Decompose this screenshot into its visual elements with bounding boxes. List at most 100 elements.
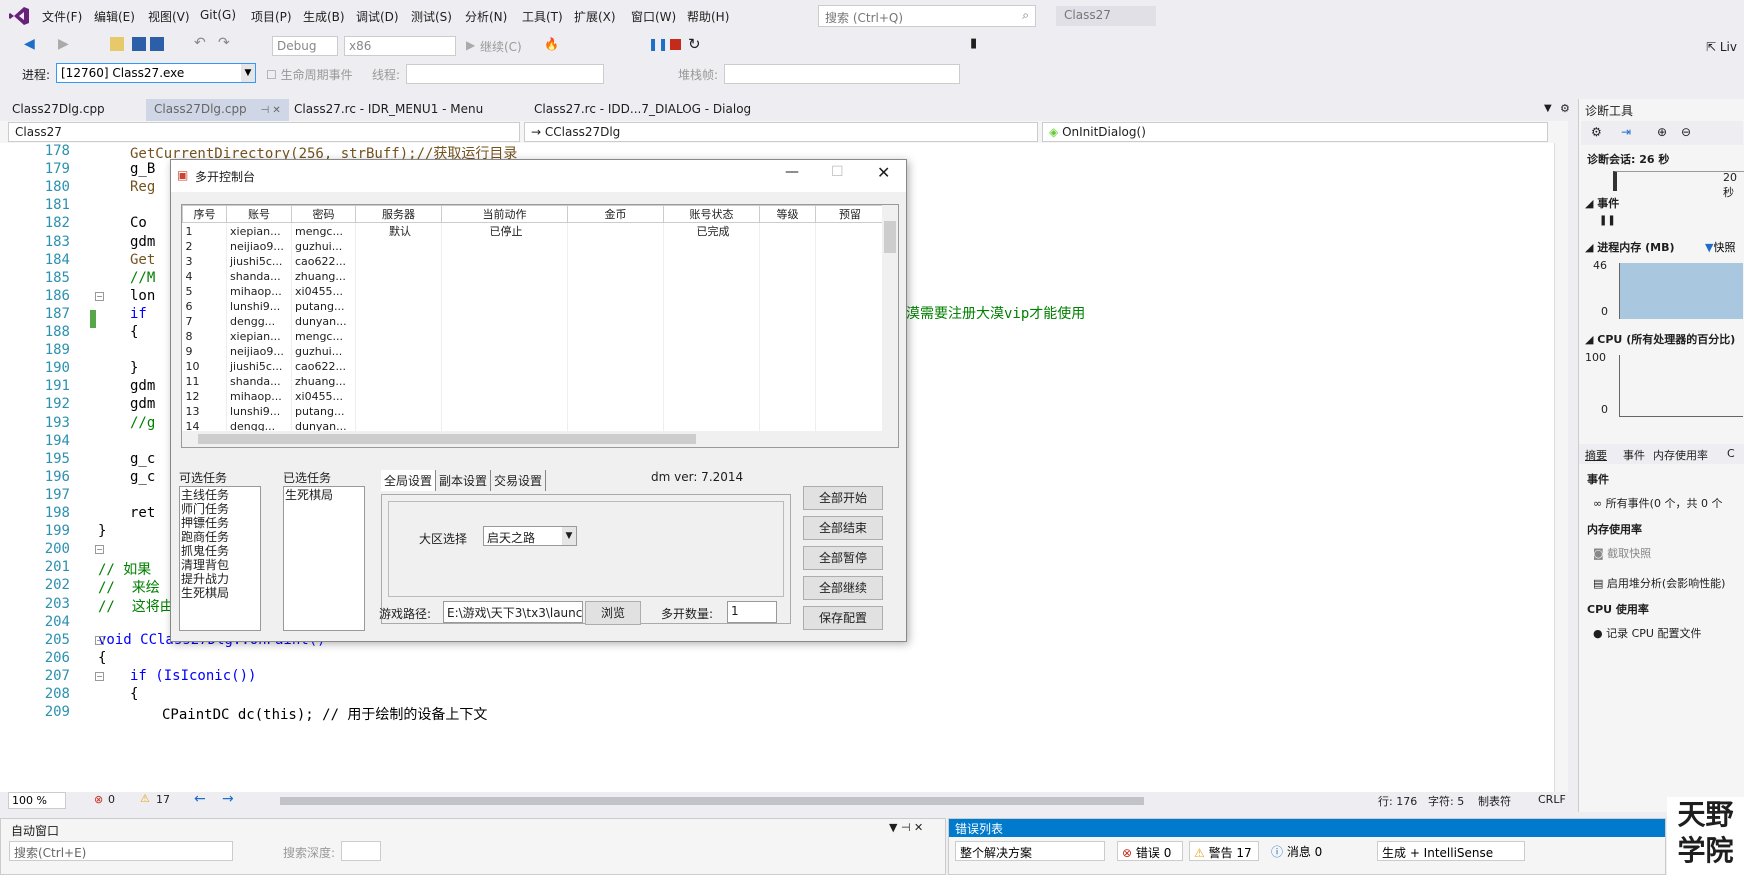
gear-icon[interactable]: ⚙ [1591,125,1602,139]
tab-memory[interactable]: 内存使用率 [1653,447,1708,463]
menu-item[interactable]: 窗口(W) [631,8,676,25]
selected-task-item[interactable]: 生死棋局 [285,488,363,502]
menu-item[interactable]: 编辑(E) [94,8,135,25]
prev-issue-icon[interactable]: ← [194,791,206,807]
build-filter-select[interactable]: 生成 + IntelliSense [1377,841,1525,861]
cpu-section[interactable]: ◢ CPU (所有处理器的百分比) [1585,331,1735,347]
table-row[interactable]: 10 jiushi5c... cao622... [182,359,885,374]
menu-item[interactable]: 工具(T) [522,8,563,25]
table-row[interactable]: 8 xiepian... mengc... [182,329,885,344]
code-line[interactable]: //M [130,270,155,286]
instance-count-input[interactable]: 1 [727,601,777,623]
code-line[interactable]: ret [130,505,155,521]
column-header[interactable]: 当前动作 [441,205,568,223]
code-line[interactable]: { [130,324,138,340]
stack-frame-select[interactable] [724,64,960,84]
zoom-select[interactable]: 100 % [8,792,66,809]
table-row[interactable]: 6 lunshi9... putang... [182,299,885,314]
minimize-icon[interactable]: — [785,164,799,180]
fold-toggle-icon[interactable]: − [95,635,104,645]
table-row[interactable]: 7 dengg... dunyan... [182,314,885,329]
error-count[interactable]: 0 [108,793,115,806]
scope-filter-select[interactable]: 整个解决方案 [955,841,1105,861]
code-line[interactable]: // 如果 [98,559,151,579]
scope-select[interactable]: Class27 [8,122,520,142]
listview-vscroll[interactable] [882,205,898,431]
menu-item[interactable]: 生成(B) [303,8,345,25]
menu-item[interactable]: 扩展(X) [574,8,616,25]
code-line[interactable]: gdm [130,396,155,412]
messages-filter-button[interactable]: ⓘ 消息 0 [1267,841,1335,861]
table-row[interactable]: 12 mihaop... xi0455... [182,389,885,404]
task-item[interactable]: 抓鬼任务 [181,544,259,558]
task-item[interactable]: 押镖任务 [181,516,259,530]
heap-profiling-button[interactable]: ▤ 启用堆分析(会影响性能) [1593,575,1725,591]
table-row[interactable]: 5 mihaop... xi0455... [182,284,885,299]
platform-select[interactable]: x86 [344,36,456,56]
column-header[interactable]: 预留 [815,205,885,223]
redo-icon[interactable]: ↷ [218,35,230,51]
zoom-out-icon[interactable]: ⊖ [1681,125,1691,139]
code-line[interactable]: { [98,650,106,666]
code-line[interactable]: } [130,360,138,376]
settings-tab[interactable]: 全局设置 [381,470,437,491]
available-tasks-list[interactable]: 主线任务 师门任务 押镖任务 跑商任务 抓鬼任务 清理背包 提升战力 生死棋局 [179,486,261,631]
account-listview[interactable]: 序号 账号 密码 服务器 当前动作 金币 账号状态 等级 预留 1 xiepian... mengc… [181,204,899,448]
column-header[interactable]: 账号状态 [663,205,760,223]
export-icon[interactable]: ⇥ [1621,125,1631,139]
eol-indicator[interactable]: CRLF [1538,793,1566,806]
save-all-icon[interactable] [150,37,164,51]
maximize-icon[interactable]: ☐ [831,164,844,180]
task-item[interactable]: 提升战力 [181,572,259,586]
menu-item[interactable]: 测试(S) [411,8,452,25]
search-input[interactable]: 搜索 (Ctrl+Q) ⌕ [818,5,1036,27]
browse-button[interactable]: 浏览 [585,601,641,625]
region-select[interactable]: 启天之路 ▼ [483,526,577,546]
selected-tasks-list[interactable]: 生死棋局 [283,486,365,631]
column-header[interactable]: 等级 [759,205,816,223]
tab-class27dlg-cpp[interactable]: Class27Dlg.cpp [4,99,113,121]
task-item[interactable]: 主线任务 [181,488,259,502]
all-events-link[interactable]: ∞ 所有事件(0 个，共 0 个 [1593,495,1722,511]
menu-item[interactable]: 项目(P) [251,8,292,25]
code-line[interactable]: Reg [130,179,155,195]
table-row[interactable]: 4 shanda... zhuang... [182,269,885,284]
window-controls[interactable]: ▼ ⊣ ✕ [889,821,923,834]
stop-icon[interactable] [670,39,681,50]
continue-button[interactable]: 继续(C) [480,38,522,55]
task-item[interactable]: 生死棋局 [181,586,259,600]
menu-item[interactable]: 调试(D) [356,8,399,25]
code-line[interactable]: if [130,306,147,322]
vertical-scrollbar[interactable] [1554,143,1568,793]
menu-item[interactable]: 视图(V) [148,8,190,25]
code-line[interactable]: { [130,686,138,702]
tab-events[interactable]: 事件 [1623,447,1645,463]
settings-tab[interactable]: 交易设置 [491,470,547,491]
close-icon[interactable]: ✕ [877,163,890,182]
tab-cpu[interactable]: C [1727,447,1735,460]
tab-dialog-resource[interactable]: Class27.rc - IDD...7_DIALOG - Dialog [526,99,759,121]
horizontal-scrollbar[interactable] [280,797,1144,805]
code-line[interactable]: // 来绘 [98,577,160,597]
hot-reload-icon[interactable]: 🔥 [544,37,559,51]
memory-section[interactable]: ◢ 进程内存 (MB) [1585,239,1675,255]
pause-events-icon[interactable]: ❚❚ [1599,215,1616,226]
settings-tab[interactable]: 副本设置 [436,470,492,491]
chevron-down-icon[interactable]: ▼ [562,527,576,545]
zoom-in-icon[interactable]: ⊕ [1657,125,1667,139]
code-line[interactable]: if (IsIconic()) [130,668,256,684]
code-line[interactable]: g_B [130,161,155,177]
code-line[interactable]: } [98,523,106,539]
process-select[interactable]: [12760] Class27.exe ▼ [56,63,256,83]
game-path-input[interactable]: E:\游戏\天下3\tx3\launc [443,601,583,623]
code-line[interactable]: lon [130,288,155,304]
column-header[interactable]: 密码 [291,205,356,223]
code-line[interactable]: g_c [130,469,155,485]
code-line[interactable]: //g [130,415,155,431]
dialog-action-button[interactable]: 全部暂停 [803,546,883,570]
restart-icon[interactable]: ↻ [688,35,701,53]
menu-item[interactable]: 帮助(H) [687,8,729,25]
table-row[interactable]: 2 neijiao9... guzhui... [182,239,885,254]
task-item[interactable]: 师门任务 [181,502,259,516]
live-share-button[interactable]: ⇱ Liv [1706,40,1737,54]
